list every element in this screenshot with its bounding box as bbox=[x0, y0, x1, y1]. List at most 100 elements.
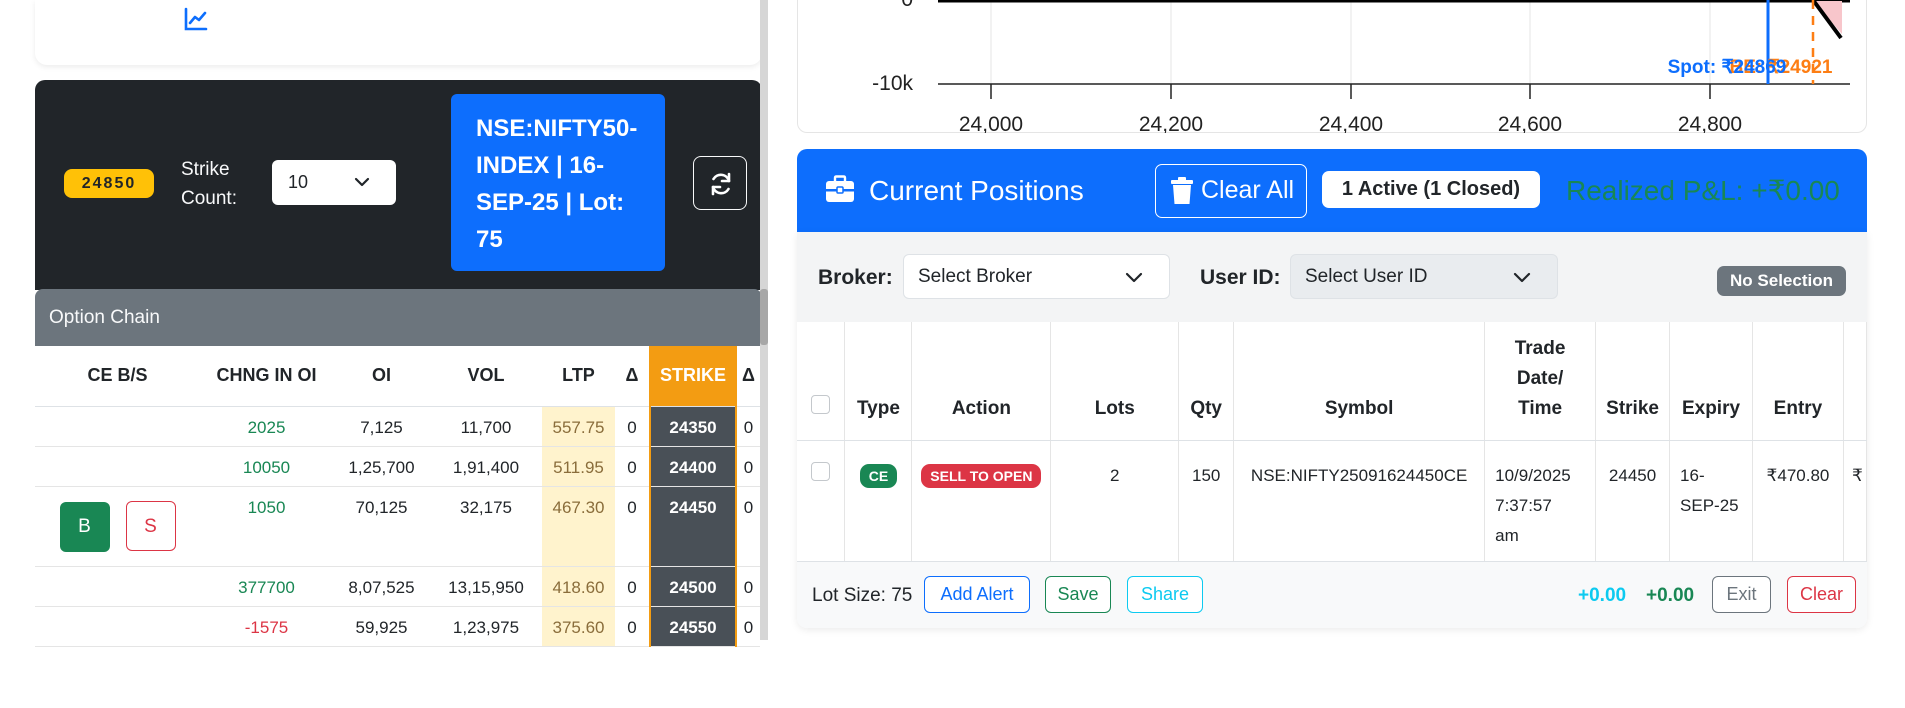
column-header: CE B/S bbox=[35, 346, 200, 407]
strike-count-label: Strike Count: bbox=[181, 159, 237, 209]
qty-cell: 150 bbox=[1178, 440, 1235, 562]
ltp-cell: 467.30 bbox=[542, 486, 615, 567]
delta-cell: 0 bbox=[736, 446, 760, 487]
row-checkbox[interactable] bbox=[811, 461, 831, 481]
ce-bs-cell: BS bbox=[35, 486, 200, 567]
delta-cell: 0 bbox=[736, 606, 760, 647]
x-tick-label: 24,200 bbox=[1139, 113, 1203, 133]
ltp-cell: 418.60 bbox=[542, 566, 615, 607]
active-count-badge: 1 Active (1 Closed) bbox=[1322, 171, 1540, 208]
delta-cell: 0 bbox=[736, 406, 760, 447]
column-header: Δ bbox=[736, 346, 760, 407]
trade-date-header-line: Time bbox=[1518, 397, 1563, 419]
strike-count-value: 10 bbox=[288, 172, 309, 192]
strike-cell[interactable]: 24500 bbox=[649, 566, 737, 607]
refresh-button[interactable] bbox=[693, 156, 747, 210]
refresh-icon bbox=[711, 172, 731, 196]
trade-date-header-line: Date/ bbox=[1516, 367, 1564, 389]
clear-button[interactable]: Clear bbox=[1787, 576, 1856, 613]
positions-title: Current Positions bbox=[869, 175, 1084, 206]
option-chain-header: Option Chain bbox=[35, 289, 762, 346]
vol-cell: 1,91,400 bbox=[430, 446, 542, 487]
x-tick-label: 24,000 bbox=[959, 113, 1023, 133]
vol-cell: 1,23,975 bbox=[430, 606, 542, 647]
strike-cell[interactable]: 24400 bbox=[649, 446, 737, 487]
strike-cell[interactable]: 24550 bbox=[649, 606, 737, 647]
x-tick-label: 24,400 bbox=[1319, 113, 1383, 133]
column-header: Δ bbox=[615, 346, 650, 407]
chart-line-icon[interactable] bbox=[183, 6, 209, 32]
symbol-cell: NSE:NIFTY25091624450CE bbox=[1233, 440, 1486, 562]
ltp-cell: 557.75 bbox=[542, 406, 615, 447]
ce-bs-cell bbox=[35, 566, 200, 607]
vol-cell: 11,700 bbox=[430, 406, 542, 447]
vol-cell: 13,15,950 bbox=[430, 566, 542, 607]
add-alert-button[interactable]: Add Alert bbox=[924, 576, 1030, 613]
vol-cell: 32,175 bbox=[430, 486, 542, 567]
positions-table: Type Action Lots Qty Symbol Trade Date/ … bbox=[797, 322, 1867, 562]
table-row: 377700 8,07,525 13,15,950 418.60 0 24500… bbox=[35, 566, 760, 607]
sell-button[interactable]: S bbox=[125, 500, 176, 551]
expiry-line: 16- bbox=[1680, 465, 1705, 485]
table-row: 10050 1,25,700 1,91,400 511.95 0 24400 0 bbox=[35, 446, 760, 487]
pnl-value: +0.00 bbox=[1646, 585, 1695, 606]
ltp-cell: 511.95 bbox=[542, 446, 615, 487]
column-header: Lots bbox=[1050, 322, 1180, 441]
trade-ampm-line: am bbox=[1495, 525, 1519, 545]
select-all-checkbox[interactable] bbox=[811, 394, 831, 414]
chng-oi-cell: 2025 bbox=[200, 406, 333, 447]
user-id-label: User ID: bbox=[1200, 266, 1281, 289]
chng-oi-cell: 10050 bbox=[200, 446, 333, 487]
spot-label: Spot: ₹24869 bbox=[1668, 57, 1787, 78]
column-header: VOL bbox=[430, 346, 542, 407]
strike-column-header: STRIKE bbox=[649, 346, 737, 407]
broker-select[interactable]: Select Broker bbox=[903, 254, 1170, 299]
delta-cell: 0 bbox=[736, 486, 760, 567]
x-tick-label: 24,600 bbox=[1498, 113, 1562, 133]
strike-cell[interactable]: 24350 bbox=[649, 406, 737, 447]
oi-cell: 8,07,525 bbox=[333, 566, 430, 607]
exit-button[interactable]: Exit bbox=[1712, 576, 1771, 613]
analysis-card bbox=[35, 0, 762, 65]
delta-cell: 0 bbox=[615, 406, 650, 447]
instrument-info-box: NSE:NIFTY50-INDEX | 16-SEP-25 | Lot: 75 bbox=[451, 94, 665, 271]
ltp-cell: 375.60 bbox=[542, 606, 615, 647]
column-header: Expiry bbox=[1669, 322, 1753, 441]
clear-all-button[interactable]: Clear All bbox=[1155, 164, 1307, 218]
entry-cell: ₹470.80 bbox=[1752, 440, 1844, 562]
column-header bbox=[1843, 322, 1867, 441]
column-header: Trade Date/ Time bbox=[1484, 322, 1597, 441]
y-tick-label: -10k bbox=[872, 72, 913, 95]
column-header: Entry bbox=[1752, 322, 1844, 441]
share-button[interactable]: Share bbox=[1127, 576, 1203, 613]
chevron-down-icon bbox=[1513, 272, 1531, 283]
delta-cell: 0 bbox=[615, 486, 650, 567]
trade-date-cell: 10/9/2025 7:37:57 am bbox=[1484, 440, 1597, 562]
lot-size-text: Lot Size: 75 bbox=[812, 585, 913, 606]
column-header: Action bbox=[911, 322, 1052, 441]
strike-cell[interactable]: 24450 bbox=[649, 486, 737, 567]
scrollbar-thumb[interactable] bbox=[760, 289, 768, 345]
column-header: LTP bbox=[542, 346, 615, 407]
column-header: Strike bbox=[1595, 322, 1671, 441]
delta-cell: 0 bbox=[736, 566, 760, 607]
chng-oi-cell: 377700 bbox=[200, 566, 333, 607]
user-id-select[interactable]: Select User ID bbox=[1290, 254, 1558, 299]
column-header: Symbol bbox=[1233, 322, 1486, 441]
trade-date-header-line: Trade bbox=[1514, 337, 1566, 359]
broker-select-value: Select Broker bbox=[918, 266, 1033, 287]
column-header: OI bbox=[333, 346, 430, 407]
chng-oi-cell: 1050 bbox=[200, 486, 333, 567]
delta-cell: 0 bbox=[615, 446, 650, 487]
save-button[interactable]: Save bbox=[1045, 576, 1111, 613]
strike-count-select[interactable]: 10 bbox=[272, 160, 396, 205]
ce-bs-cell bbox=[35, 406, 200, 447]
clear-all-label: Clear All bbox=[1201, 176, 1295, 204]
select-all-cell bbox=[797, 322, 846, 441]
buy-button[interactable]: B bbox=[59, 501, 110, 552]
delta-cell: 0 bbox=[615, 606, 650, 647]
type-badge: CE bbox=[859, 463, 898, 488]
chng-oi-cell: -1575 bbox=[200, 606, 333, 647]
column-header: Type bbox=[844, 322, 913, 441]
column-header: Qty bbox=[1178, 322, 1235, 441]
